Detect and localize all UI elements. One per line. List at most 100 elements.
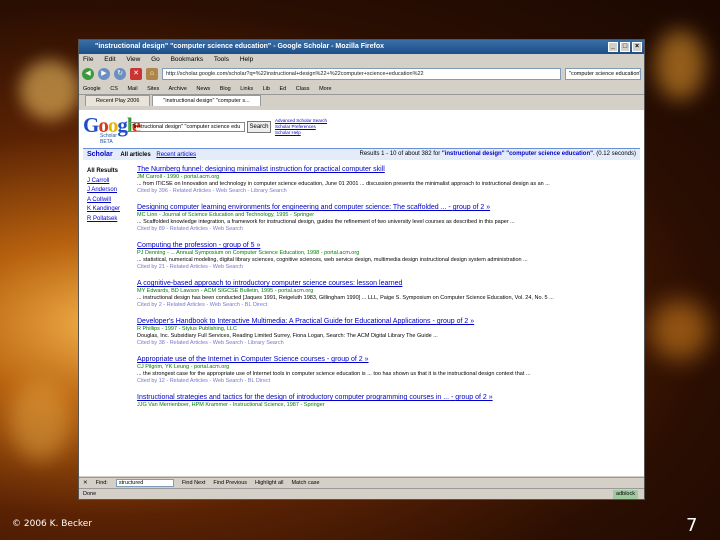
bookmark-item[interactable]: More bbox=[319, 86, 332, 92]
search-button[interactable]: Search bbox=[247, 121, 271, 133]
all-results-heading: All Results bbox=[87, 168, 119, 174]
result-title[interactable]: Developer's Handbook to Interactive Mult… bbox=[137, 317, 637, 326]
result-title[interactable]: Appropriate use of the Internet in Compu… bbox=[137, 355, 637, 364]
bookmark-item[interactable]: Links bbox=[240, 86, 253, 92]
menu-view[interactable]: View bbox=[126, 56, 140, 63]
author-link[interactable]: R Pollatsek bbox=[87, 215, 120, 225]
menu-edit[interactable]: Edit bbox=[104, 56, 115, 63]
result-cited-links[interactable]: Cited by 89 - Related Articles - Web Sea… bbox=[137, 226, 637, 233]
menu-go[interactable]: Go bbox=[151, 56, 160, 63]
bookmarks-toolbar: Google CS Mail Sites Archive News Blog L… bbox=[79, 83, 644, 95]
bookmark-item[interactable]: Ed bbox=[280, 86, 287, 92]
result-title[interactable]: Computing the profession - group of 5 » bbox=[137, 241, 637, 250]
find-previous-button[interactable]: Find Previous bbox=[213, 478, 247, 487]
author-link[interactable]: J Carroll bbox=[87, 177, 120, 187]
results-header-bar: Scholar All articles Recent articles Res… bbox=[83, 148, 640, 160]
bokeh-light bbox=[655, 30, 705, 100]
back-icon[interactable]: ◀ bbox=[82, 68, 94, 80]
status-text: Done bbox=[83, 491, 97, 497]
result-item: Appropriate use of the Internet in Compu… bbox=[137, 355, 637, 385]
bookmark-item[interactable]: CS bbox=[110, 86, 118, 92]
results-list: The Nurnberg funnel: designing minimalis… bbox=[137, 165, 637, 417]
bookmark-item[interactable]: News bbox=[196, 86, 210, 92]
bookmark-item[interactable]: Mail bbox=[127, 86, 137, 92]
result-cited-links[interactable]: Cited by 38 - Related Articles - Web Sea… bbox=[137, 340, 637, 347]
adblock-badge[interactable]: adblock bbox=[613, 490, 638, 499]
tab-recent-play[interactable]: Recent Play 2006 bbox=[85, 95, 151, 106]
status-bar: Done adblock bbox=[79, 488, 644, 499]
author-link[interactable]: K Kandinger bbox=[87, 205, 120, 215]
browser-window: "instructional design" "computer science… bbox=[78, 39, 645, 500]
match-case-checkbox[interactable]: Match case bbox=[291, 478, 319, 487]
result-cited-links[interactable]: Cited by 2 - Related Articles - Web Sear… bbox=[137, 302, 637, 309]
search-input[interactable]: "instructional design" "computer science… bbox=[129, 122, 245, 132]
result-cited-links[interactable]: Cited by 21 - Related Articles - Web Sea… bbox=[137, 264, 637, 271]
menu-file[interactable]: File bbox=[83, 56, 93, 63]
maximize-icon[interactable]: □ bbox=[620, 42, 630, 52]
google-scholar-logo[interactable]: Google Scholar BETA bbox=[83, 114, 141, 145]
result-item: Computing the profession - group of 5 » … bbox=[137, 241, 637, 271]
forward-icon[interactable]: ▶ bbox=[98, 68, 110, 80]
result-title[interactable]: A cognitive-based approach to introducto… bbox=[137, 279, 637, 288]
recent-articles-link[interactable]: Recent articles bbox=[156, 152, 196, 158]
result-item: A cognitive-based approach to introducto… bbox=[137, 279, 637, 309]
find-bar: ✕ Find: structured Find Next Find Previo… bbox=[79, 477, 644, 487]
window-titlebar: "instructional design" "computer science… bbox=[79, 40, 644, 54]
group-link[interactable]: group of 2 » bbox=[437, 318, 474, 325]
help-link[interactable]: Scholar Help bbox=[275, 130, 327, 136]
bookmark-item[interactable]: Sites bbox=[147, 86, 159, 92]
tab-scholar-results[interactable]: "instructional design" "computer s... bbox=[152, 95, 261, 106]
bookmark-item[interactable]: Google bbox=[83, 86, 101, 92]
result-meta: MY Edwards, BD Lawson - ACM SIGCSE Bulle… bbox=[137, 288, 314, 294]
bookmark-item[interactable]: Blog bbox=[220, 86, 231, 92]
find-next-button[interactable]: Find Next bbox=[182, 478, 206, 487]
result-item: The Nurnberg funnel: designing minimalis… bbox=[137, 165, 637, 195]
menu-tools[interactable]: Tools bbox=[214, 56, 229, 63]
result-cited-links[interactable]: Cited by 12 - Related Articles - Web Sea… bbox=[137, 378, 637, 385]
stop-icon[interactable]: ✕ bbox=[130, 68, 142, 80]
group-link[interactable]: group of 2 » bbox=[453, 204, 490, 211]
group-link[interactable]: group of 2 » bbox=[455, 394, 492, 401]
author-link[interactable]: A Collwill bbox=[87, 196, 120, 206]
reload-icon[interactable]: ↻ bbox=[114, 68, 126, 80]
result-item: Developer's Handbook to Interactive Mult… bbox=[137, 317, 637, 347]
result-title[interactable]: Designing computer learning environments… bbox=[137, 203, 637, 212]
find-label: Find: bbox=[95, 480, 108, 486]
advanced-links: Advanced Scholar Search Scholar Preferen… bbox=[275, 118, 327, 136]
result-snippet: ... from ITiCSE on Innovation and techno… bbox=[137, 181, 550, 187]
group-link[interactable]: group of 2 » bbox=[331, 356, 368, 363]
highlight-all-button[interactable]: Highlight all bbox=[255, 478, 283, 487]
bookmark-item[interactable]: Lib bbox=[263, 86, 270, 92]
find-close-icon[interactable]: ✕ bbox=[83, 478, 88, 487]
group-link[interactable]: group of 5 » bbox=[223, 242, 260, 249]
minimize-icon[interactable]: _ bbox=[608, 42, 618, 52]
result-meta: MC Linn - Journal of Science Education a… bbox=[137, 212, 315, 218]
result-meta: R Phillips - 1997 - Stylus Publishing, L… bbox=[137, 326, 237, 332]
slide-number: 7 bbox=[686, 515, 698, 536]
result-snippet: ... instructional design has been conduc… bbox=[137, 295, 554, 301]
author-link[interactable]: J Anderson bbox=[87, 186, 120, 196]
result-title[interactable]: The Nurnberg funnel: designing minimalis… bbox=[137, 165, 637, 174]
bokeh-light bbox=[10, 380, 70, 460]
result-meta: JJG Van Merrienboer, HPM Krammer - Instr… bbox=[137, 402, 325, 408]
find-input[interactable]: structured bbox=[115, 479, 174, 487]
home-icon[interactable]: ⌂ bbox=[146, 68, 158, 80]
all-articles-label: All articles bbox=[120, 152, 151, 158]
result-cited-links[interactable]: Cited by 396 - Related Articles - Web Se… bbox=[137, 188, 637, 195]
menu-help[interactable]: Help bbox=[240, 56, 253, 63]
menu-bookmarks[interactable]: Bookmarks bbox=[171, 56, 204, 63]
bookmark-item[interactable]: Archive bbox=[169, 86, 187, 92]
results-stats: Results 1 - 10 of about 382 for "instruc… bbox=[359, 151, 636, 157]
window-title: "instructional design" "computer science… bbox=[95, 43, 385, 50]
result-snippet: ... statistical, numerical modeling, dig… bbox=[137, 257, 528, 263]
close-icon[interactable]: × bbox=[632, 42, 642, 52]
menu-bar: File Edit View Go Bookmarks Tools Help bbox=[79, 54, 644, 65]
address-bar[interactable]: http://scholar.google.com/scholar?q=%22i… bbox=[162, 68, 561, 80]
result-meta: CJ Pilgrim, YK Leung - portal.acm.org bbox=[137, 364, 230, 370]
browser-search-box[interactable]: "computer science education" bbox=[565, 68, 641, 80]
result-snippet: ... Scaffolded knowledge integration, a … bbox=[137, 219, 515, 225]
page-content: Google Scholar BETA "instructional desig… bbox=[79, 110, 644, 476]
result-title[interactable]: Instructional strategies and tactics for… bbox=[137, 393, 637, 402]
bookmark-item[interactable]: Class bbox=[296, 86, 310, 92]
result-meta: JM Carroll - 1990 - portal.acm.org bbox=[137, 174, 220, 180]
